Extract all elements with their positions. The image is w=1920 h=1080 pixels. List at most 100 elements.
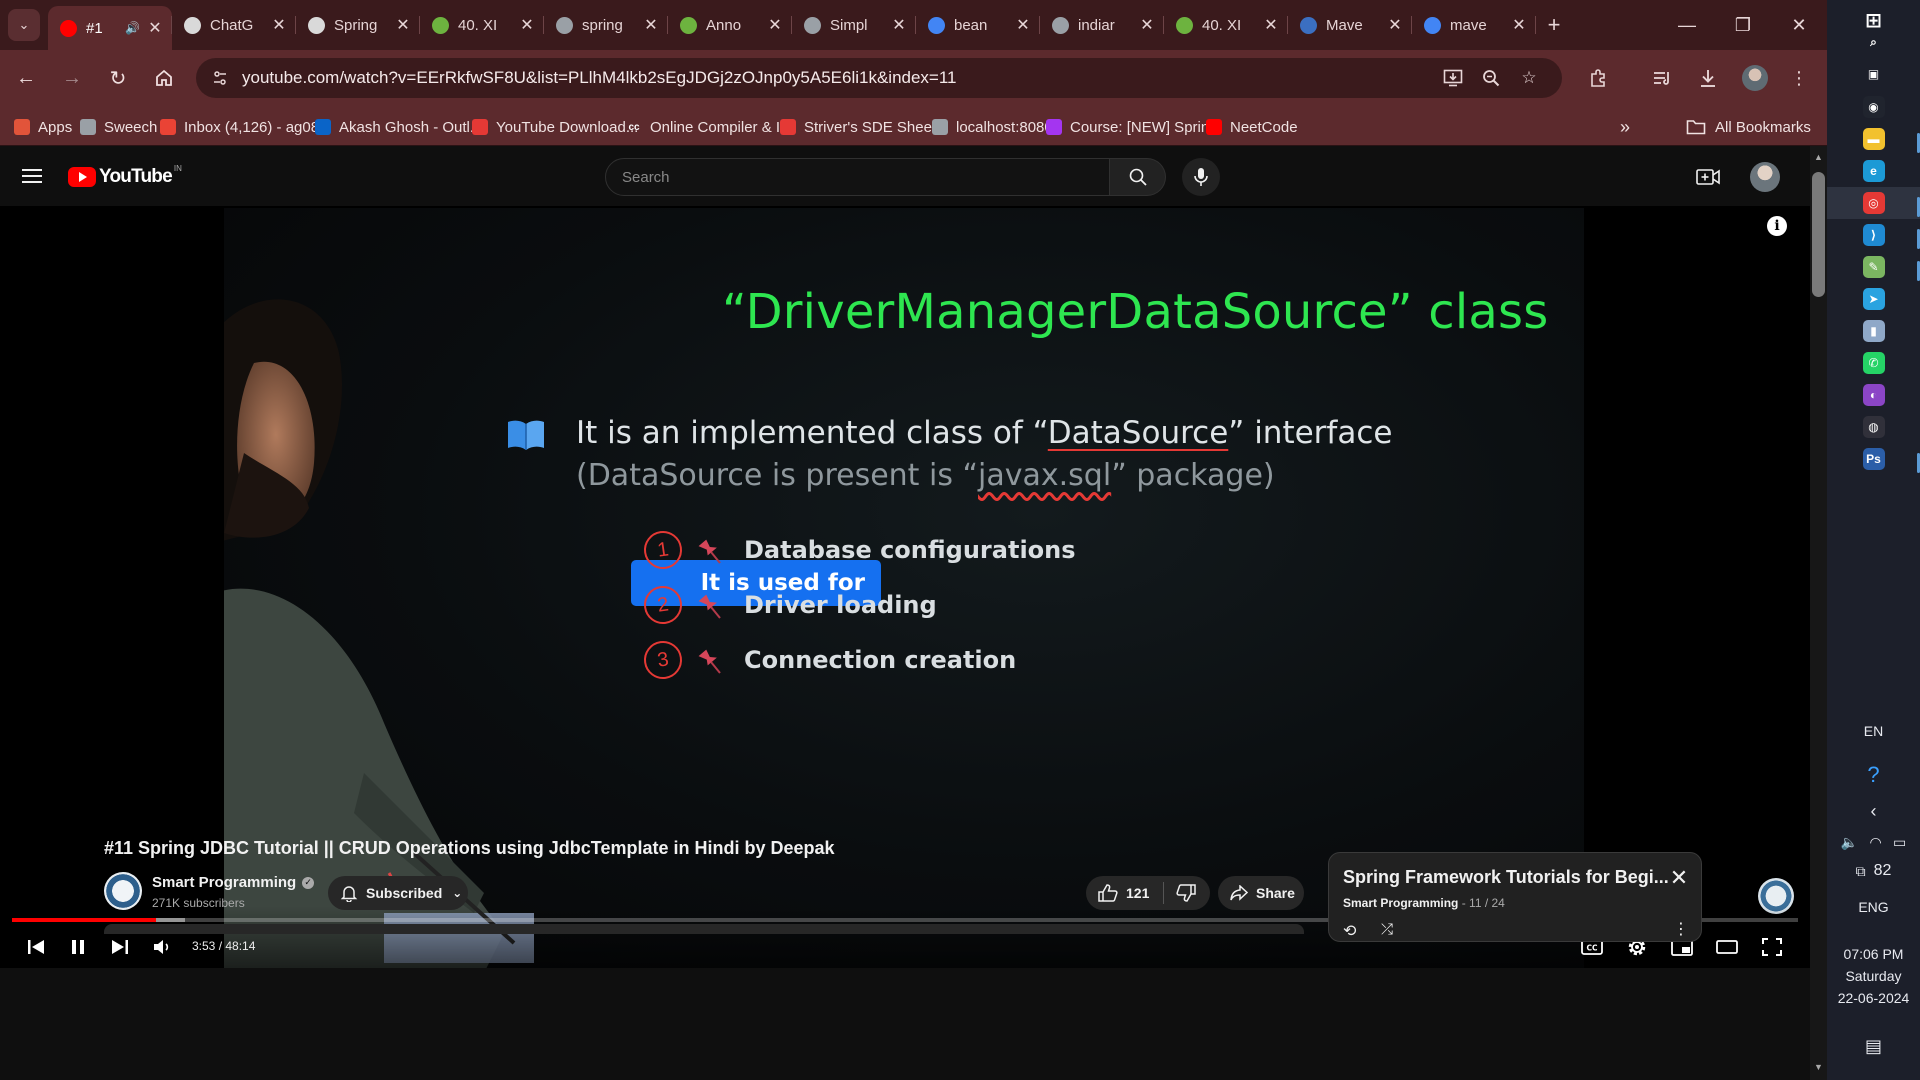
minimize-button[interactable]: — — [1659, 0, 1715, 50]
bookmarks-overflow-icon[interactable]: » — [1620, 116, 1630, 138]
scrollbar-thumb[interactable] — [1812, 172, 1825, 297]
playlist-channel[interactable]: Smart Programming — [1343, 896, 1458, 910]
restore-button[interactable]: ❐ — [1715, 0, 1771, 50]
scroll-up-arrow[interactable]: ▲ — [1814, 152, 1823, 162]
taskbar-file-explorer[interactable]: ▬ — [1827, 123, 1920, 155]
clock-time[interactable]: 07:06 PM — [1827, 946, 1920, 962]
zoom-icon[interactable] — [1478, 66, 1504, 90]
search-button[interactable] — [1110, 158, 1166, 196]
taskbar-github-desktop[interactable]: ◐ — [1827, 379, 1920, 411]
taskbar-whatsapp[interactable]: ✆ — [1827, 347, 1920, 379]
close-tab-icon[interactable]: ✕ — [270, 15, 288, 35]
browser-tab[interactable]: spring ✕ — [544, 6, 668, 44]
help-icon[interactable]: ? — [1827, 762, 1920, 788]
new-tab-button[interactable]: + — [1536, 6, 1572, 44]
bookmark-item[interactable]: Akash Ghosh - Outl... — [315, 116, 482, 138]
close-tab-icon[interactable]: ✕ — [1262, 15, 1280, 35]
page-scrollbar[interactable]: ▲ ▼ — [1810, 146, 1827, 1080]
media-queue-icon[interactable] — [1646, 62, 1678, 94]
close-tab-icon[interactable]: ✕ — [518, 15, 536, 35]
previous-button[interactable] — [22, 934, 50, 960]
browser-tab[interactable]: Anno ✕ — [668, 6, 792, 44]
share-button[interactable]: Share — [1218, 876, 1304, 910]
close-tab-icon[interactable]: ✕ — [766, 15, 784, 35]
bookmark-item[interactable]: Course: [NEW] Sprin... — [1046, 116, 1222, 138]
taskbar-notes[interactable]: ▮ — [1827, 315, 1920, 347]
bookmark-item[interactable]: Sweech — [80, 116, 157, 138]
close-tab-icon[interactable]: ✕ — [642, 15, 660, 35]
taskbar-edge[interactable]: e — [1827, 155, 1920, 187]
browser-tab[interactable]: 40. XI ✕ — [420, 6, 544, 44]
profile-avatar[interactable] — [1742, 65, 1768, 91]
browser-tab[interactable]: Mave ✕ — [1288, 6, 1412, 44]
close-tab-icon[interactable]: ✕ — [1510, 15, 1528, 35]
taskbar-notepad[interactable]: ✎ — [1827, 251, 1920, 283]
voice-search-button[interactable] — [1182, 158, 1220, 196]
shuffle-icon[interactable]: ⤮ — [1381, 921, 1393, 938]
bookmark-star-icon[interactable]: ☆ — [1516, 66, 1542, 90]
bookmark-item[interactable]: Apps — [14, 116, 72, 138]
close-playlist-button[interactable]: ✕ — [1668, 865, 1690, 890]
bookmark-item[interactable]: NeetCode — [1206, 116, 1298, 138]
downloads-icon[interactable] — [1692, 62, 1724, 94]
extensions-icon[interactable] — [1582, 62, 1614, 94]
url-text[interactable]: youtube.com/watch?v=EErRkfwSF8U&list=PLl… — [242, 68, 957, 88]
scroll-down-arrow[interactable]: ▼ — [1814, 1062, 1823, 1072]
wifi-icon[interactable]: ◠ — [1869, 834, 1881, 851]
taskbar-telegram[interactable]: ➤ — [1827, 283, 1920, 315]
notifications-icon[interactable]: ▤ — [1827, 1036, 1920, 1057]
playlist-more-icon[interactable]: ⋮ — [1673, 919, 1689, 939]
playlist-title[interactable]: Spring Framework Tutorials for Begi... — [1343, 867, 1669, 888]
loop-icon[interactable]: ⟲ — [1343, 921, 1356, 941]
site-info-icon[interactable] — [206, 64, 234, 92]
taskbar-task-view[interactable]: ▣ — [1827, 58, 1920, 90]
pause-button[interactable] — [64, 934, 92, 960]
input-language[interactable]: EN — [1827, 723, 1920, 739]
home-button[interactable] — [146, 60, 182, 96]
clock-day[interactable]: Saturday — [1827, 968, 1920, 984]
all-bookmarks-button[interactable]: All Bookmarks — [1686, 116, 1811, 138]
taskbar-camera-app[interactable]: ◉ — [1827, 91, 1920, 123]
reload-button[interactable]: ↻ — [100, 60, 136, 96]
theater-mode-button[interactable] — [1713, 934, 1741, 960]
clock-date[interactable]: 22-06-2024 — [1827, 990, 1920, 1006]
browser-tab[interactable]: ChatG ✕ — [172, 6, 296, 44]
browser-tab[interactable]: Spring ✕ — [296, 6, 420, 44]
next-button[interactable] — [106, 934, 134, 960]
channel-name[interactable]: Smart Programming ✓ — [152, 874, 315, 891]
browser-tab[interactable]: indiar ✕ — [1040, 6, 1164, 44]
close-tab-icon[interactable]: ✕ — [1014, 15, 1032, 35]
fullscreen-button[interactable] — [1758, 934, 1786, 960]
mute-button[interactable] — [148, 934, 176, 960]
chevron-left-icon[interactable]: ‹ — [1827, 801, 1920, 822]
keyboard-language[interactable]: ENG — [1827, 899, 1920, 915]
close-tab-icon[interactable]: ✕ — [890, 15, 908, 35]
more-menu-icon[interactable]: ⋮ — [1783, 62, 1815, 94]
browser-tab[interactable]: Simpl ✕ — [792, 6, 916, 44]
address-bar[interactable]: youtube.com/watch?v=EErRkfwSF8U&list=PLl… — [196, 58, 1562, 98]
bookmark-item[interactable]: Striver's SDE Sheet... — [780, 116, 949, 138]
taskbar-chrome[interactable]: ◎ — [1827, 187, 1920, 219]
browser-tab[interactable]: 40. XI ✕ — [1164, 6, 1288, 44]
description-panel[interactable] — [104, 924, 1304, 934]
close-tab-icon[interactable]: ✕ — [1138, 15, 1156, 35]
close-tab-icon[interactable]: ✕ — [146, 18, 164, 38]
taskbar-obs[interactable]: ◍ — [1827, 411, 1920, 443]
bookmark-item[interactable]: Inbox (4,126) - ag08... — [160, 116, 332, 138]
bookmark-item[interactable]: localhost:8080 — [932, 116, 1053, 138]
subscribed-button[interactable]: Subscribed ⌄ — [328, 876, 468, 910]
browser-tab[interactable]: mave ✕ — [1412, 6, 1536, 44]
notification-tray-icon[interactable]: ⧉ — [1856, 863, 1866, 880]
browser-tab[interactable]: #1 🔊 ✕ — [48, 6, 172, 50]
search-input[interactable]: Search — [605, 158, 1110, 196]
browser-tab[interactable]: bean ✕ — [916, 6, 1040, 44]
battery-icon[interactable]: ▭ — [1893, 834, 1906, 851]
info-icon[interactable]: i — [1767, 216, 1787, 236]
taskbar-photoshop[interactable]: Ps — [1827, 443, 1920, 475]
menu-icon[interactable] — [20, 164, 44, 188]
speaker-icon[interactable]: 🔈 — [1841, 834, 1858, 851]
back-button[interactable]: ← — [8, 60, 44, 96]
youtube-logo[interactable]: YouTube IN — [68, 164, 182, 188]
bookmark-item[interactable]: cc Online Compiler & I... — [626, 116, 792, 138]
account-avatar[interactable] — [1750, 162, 1780, 192]
